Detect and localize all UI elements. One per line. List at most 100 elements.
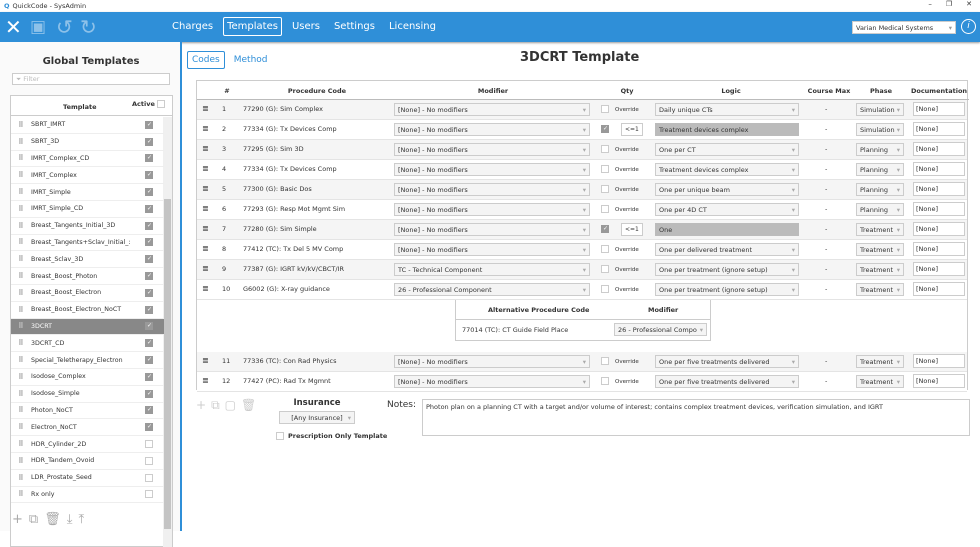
template-list-item[interactable]: ⠿ Special_Teletherapy_Electron <box>11 352 164 369</box>
template-list-item[interactable]: ⠿ IMRT_Complex_CD <box>11 151 164 168</box>
template-list-item[interactable]: ⠿ 3DCRT_CD <box>11 335 164 353</box>
drag-handle-icon[interactable]: ⠿ <box>11 373 31 381</box>
phase-select[interactable]: Planning <box>856 203 904 216</box>
drag-handle-icon[interactable]: ⠿ <box>11 222 31 230</box>
qty-checkbox[interactable] <box>601 165 609 173</box>
logic-select[interactable]: One per treatment (ignore setup) <box>655 263 799 276</box>
active-checkbox[interactable] <box>145 154 153 163</box>
documentation-input[interactable]: [None] <box>913 354 965 368</box>
template-list-item[interactable]: ⠿ Breast_Boost_Electron_NoCT <box>11 302 164 319</box>
insurance-select[interactable]: [Any Insurance] <box>279 411 355 424</box>
drag-handle-icon[interactable]: ⠿ <box>11 356 31 364</box>
drag-handle-icon[interactable]: ⠿ <box>11 138 31 146</box>
active-checkbox[interactable] <box>145 204 153 213</box>
drag-handle-icon[interactable]: ⠿ <box>11 272 31 280</box>
restore-button[interactable]: ❐ <box>946 0 952 8</box>
delete-icon[interactable]: 🗑 <box>44 512 61 527</box>
documentation-input[interactable]: [None] <box>913 162 965 176</box>
drag-handle-icon[interactable]: ⠿ <box>11 457 31 465</box>
qty-checkbox[interactable] <box>601 357 609 365</box>
save-icon[interactable]: ▣ <box>30 16 46 38</box>
active-checkbox[interactable] <box>145 372 153 381</box>
modifier-select[interactable]: [None] - No modifiers <box>394 355 590 368</box>
drag-handle-icon[interactable]: ⠿ <box>11 339 31 347</box>
active-checkbox[interactable] <box>145 305 153 314</box>
logic-select[interactable]: One per CT <box>655 143 799 156</box>
notes-textarea[interactable]: Photon plan on a planning CT with a targ… <box>422 399 970 436</box>
active-checkbox[interactable] <box>145 255 153 264</box>
drag-handle-icon[interactable]: ⠿ <box>11 255 31 263</box>
logic-select[interactable]: One per five treatments delivered <box>655 375 799 388</box>
qty-checkbox[interactable] <box>601 205 609 213</box>
undo-icon[interactable]: ↺ <box>56 16 73 38</box>
active-checkbox[interactable] <box>145 490 153 499</box>
qty-checkbox[interactable] <box>601 105 609 113</box>
active-checkbox[interactable] <box>145 423 153 432</box>
drag-handle-icon[interactable]: ≣ <box>202 124 209 133</box>
template-list-item[interactable]: ⠿ SBRT_IMRT <box>11 117 164 134</box>
close-icon[interactable]: ✕ <box>5 16 22 38</box>
modifier-select[interactable]: TC - Technical Component <box>394 263 590 276</box>
nav-licensing[interactable]: Licensing <box>385 17 440 36</box>
qty-checkbox[interactable] <box>601 145 609 153</box>
documentation-input[interactable]: [None] <box>913 142 965 156</box>
phase-select[interactable]: Treatment <box>856 263 904 276</box>
phase-select[interactable]: Planning <box>856 163 904 176</box>
paste-row-icon[interactable]: ▢ <box>225 398 236 413</box>
documentation-input[interactable]: [None] <box>913 122 965 136</box>
template-list-item[interactable]: ⠿ Breast_Tangents_Initial_3D <box>11 218 164 235</box>
active-checkbox[interactable] <box>145 288 153 297</box>
active-checkbox[interactable] <box>145 171 153 180</box>
qty-checkbox[interactable] <box>601 285 609 293</box>
logic-select[interactable]: One per 4D CT <box>655 203 799 216</box>
qty-checkbox[interactable] <box>601 225 609 233</box>
qty-checkbox[interactable] <box>601 185 609 193</box>
active-checkbox[interactable] <box>145 389 153 398</box>
documentation-input[interactable]: [None] <box>913 282 965 296</box>
drag-handle-icon[interactable]: ⠿ <box>11 154 31 162</box>
template-list-item[interactable]: ⠿ 3DCRT <box>11 318 164 336</box>
modifier-select[interactable]: [None] - No modifiers <box>394 123 590 136</box>
organization-select[interactable]: Varian Medical Systems <box>852 21 956 34</box>
drag-handle-icon[interactable]: ⠿ <box>11 474 31 482</box>
active-checkbox[interactable] <box>145 456 153 465</box>
minimize-button[interactable]: – <box>928 0 932 8</box>
phase-select[interactable]: Treatment <box>856 283 904 296</box>
template-list-item[interactable]: ⠿ Photon_NoCT <box>11 403 164 420</box>
drag-handle-icon[interactable]: ⠿ <box>11 423 31 431</box>
drag-handle-icon[interactable]: ⠿ <box>11 440 31 448</box>
modifier-select[interactable]: [None] - No modifiers <box>394 223 590 236</box>
select-all-checkbox[interactable] <box>157 100 166 108</box>
modifier-select[interactable]: [None] - No modifiers <box>394 203 590 216</box>
documentation-input[interactable]: [None] <box>913 374 965 388</box>
drag-handle-icon[interactable]: ⠿ <box>11 490 31 498</box>
nav-charges[interactable]: Charges <box>168 17 217 36</box>
template-list-item[interactable]: ⠿ IMRT_Complex <box>11 167 164 185</box>
drag-handle-icon[interactable]: ⠿ <box>11 406 31 414</box>
redo-icon[interactable]: ↻ <box>80 16 97 38</box>
template-list-item[interactable]: ⠿ Breast_Tangents+Sclav_Initial_: <box>11 235 164 252</box>
logic-select[interactable]: One per delivered treatment <box>655 243 799 256</box>
logic-select[interactable]: One <box>655 223 799 236</box>
copy-icon[interactable]: ⧉ <box>29 512 38 527</box>
drag-handle-icon[interactable]: ⠿ <box>11 171 31 179</box>
drag-handle-icon[interactable]: ≣ <box>202 356 209 365</box>
add-row-icon[interactable]: + <box>196 398 206 413</box>
qty-checkbox[interactable] <box>601 125 609 133</box>
drag-handle-icon[interactable]: ⠿ <box>11 205 31 213</box>
import-icon[interactable]: ⤓ <box>67 512 73 527</box>
template-list-item[interactable]: ⠿ Isodose_Complex <box>11 369 164 386</box>
info-icon[interactable]: i <box>961 19 976 34</box>
active-checkbox[interactable] <box>145 322 153 331</box>
drag-handle-icon[interactable]: ⠿ <box>11 322 31 330</box>
modifier-select[interactable]: [None] - No modifiers <box>394 103 590 116</box>
logic-select[interactable]: One per unique beam <box>655 183 799 196</box>
active-checkbox[interactable] <box>145 440 153 449</box>
active-checkbox[interactable] <box>145 356 153 365</box>
rx-only-checkbox[interactable] <box>276 432 284 440</box>
nav-settings[interactable]: Settings <box>330 17 379 36</box>
template-list-item[interactable]: ⠿ Breast_Boost_Photon <box>11 268 164 285</box>
phase-select[interactable]: Simulation <box>856 123 904 136</box>
template-list-item[interactable]: ⠿ Breast_Sclav_3D <box>11 251 164 269</box>
phase-select[interactable]: Treatment <box>856 223 904 236</box>
